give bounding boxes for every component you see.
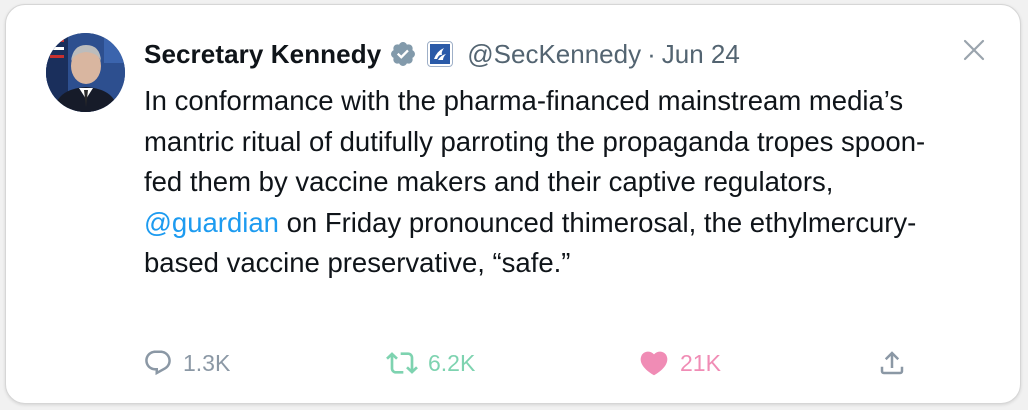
- reply-count: 1.3K: [183, 349, 231, 376]
- avatar[interactable]: [46, 33, 125, 112]
- display-name[interactable]: Secretary Kennedy: [144, 39, 381, 70]
- tweet-card[interactable]: Secretary Kennedy @SecKennedy · Jun 24 I…: [5, 4, 1021, 404]
- reply-button[interactable]: 1.3K: [143, 343, 230, 383]
- heart-icon: [640, 351, 668, 376]
- separator: ·: [647, 38, 656, 69]
- mention-link[interactable]: @guardian: [144, 207, 279, 238]
- tweet-text-part-1: In conformance with the pharma-financed …: [144, 85, 926, 198]
- share-button[interactable]: [877, 343, 907, 383]
- close-icon[interactable]: [963, 39, 985, 61]
- verified-badge-icon: [389, 40, 417, 68]
- action-bar: 1.3K 6.2K 21K: [6, 343, 1020, 383]
- reply-icon: [145, 350, 171, 376]
- repost-count: 6.2K: [428, 349, 476, 376]
- like-button[interactable]: 21K: [638, 343, 721, 383]
- share-icon: [880, 351, 904, 375]
- like-count: 21K: [680, 349, 721, 376]
- handle[interactable]: @SecKennedy: [467, 39, 641, 70]
- hhs-eagle-badge-icon[interactable]: [427, 41, 454, 67]
- tweet-date[interactable]: Jun 24: [662, 39, 740, 70]
- repost-button[interactable]: 6.2K: [386, 343, 475, 383]
- tweet-text: In conformance with the pharma-financed …: [144, 81, 934, 284]
- tweet-header: Secretary Kennedy @SecKennedy · Jun 24: [144, 34, 740, 74]
- repost-icon: [386, 352, 418, 374]
